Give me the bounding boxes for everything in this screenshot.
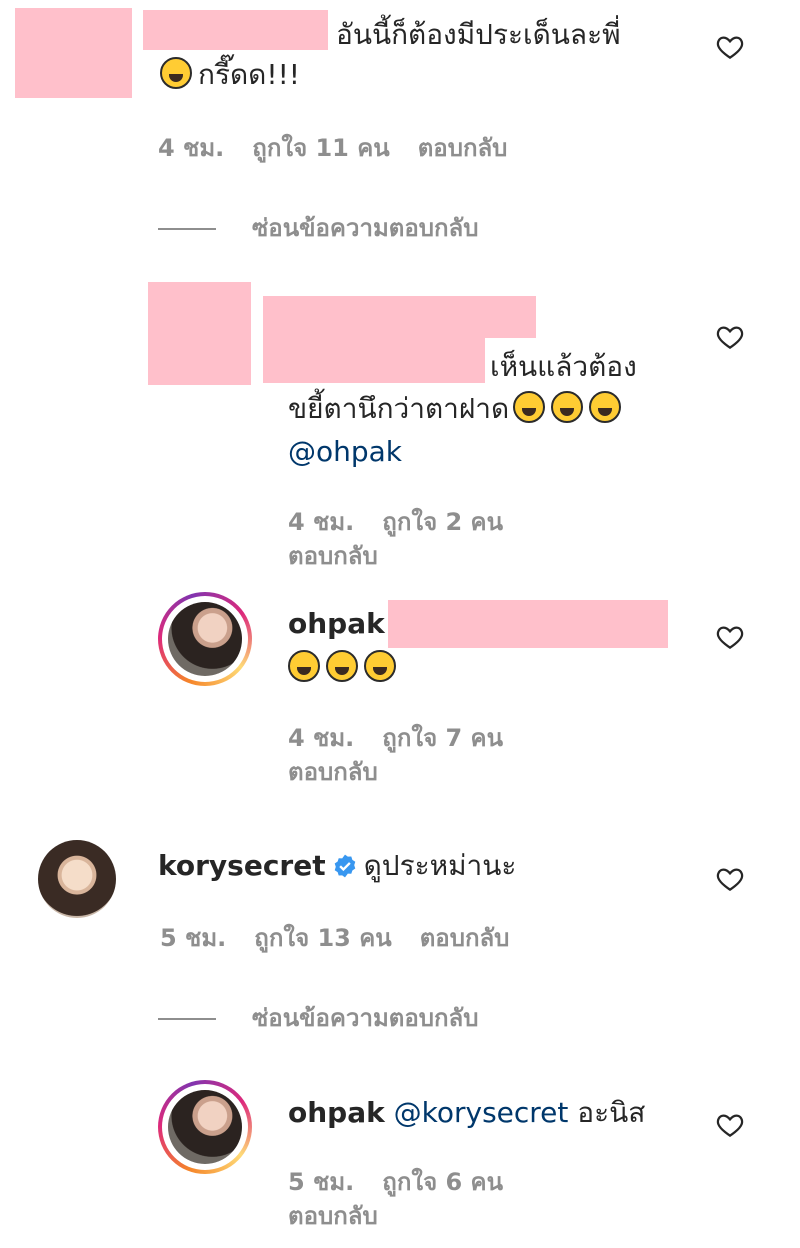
joy-emoji-icon (513, 391, 546, 423)
username[interactable]: korysecret (158, 849, 326, 882)
verified-badge-icon (334, 854, 355, 878)
reply-text-line2-label: ขยี้ตานึกว่าตาฝาด (288, 392, 510, 425)
reply-button[interactable]: ตอบกลับ (288, 540, 378, 572)
redacted-text (388, 600, 668, 648)
reply-text-line2: ขยี้ตานึกว่าตาฝาด (288, 389, 627, 429)
reply-likes[interactable]: ถูกใจ 6 คน (382, 1168, 503, 1196)
comment-time: 4 ชม. (158, 134, 225, 162)
comment-likes[interactable]: ถูกใจ 11 คน (252, 134, 389, 162)
hide-replies-toggle[interactable]: ซ่อนข้อความตอบกลับ (158, 1002, 478, 1034)
like-heart-icon[interactable] (715, 1110, 745, 1140)
joy-emoji-icon (364, 650, 396, 682)
hide-replies-label: ซ่อนข้อความตอบกลับ (252, 1004, 479, 1032)
reply-meta: 4 ชม. ถูกใจ 7 คน (288, 722, 531, 754)
rofl-emoji-icon (160, 57, 192, 89)
rofl-emoji-icon (551, 391, 584, 423)
divider-line (158, 228, 216, 230)
comment-likes[interactable]: ถูกใจ 13 คน (254, 924, 391, 952)
reply-meta: 4 ชม. ถูกใจ 2 คน (288, 506, 531, 538)
avatar[interactable] (158, 1080, 252, 1174)
avatar[interactable] (38, 840, 116, 918)
reply-line: ohpak @korysecret อะนิส (288, 1093, 645, 1133)
reply-button[interactable]: ตอบกลับ (288, 756, 378, 788)
reply-time: 5 ชม. (288, 1168, 355, 1196)
mention-link[interactable]: @ohpak (288, 432, 402, 472)
username[interactable]: ohpak (288, 1096, 385, 1129)
comment-text-line1: อันนี้ก็ต้องมีประเด็นละพี่ (336, 18, 621, 51)
reply-emojis (288, 648, 402, 688)
redacted-username (143, 10, 328, 50)
mention-link[interactable]: @korysecret (394, 1096, 569, 1129)
like-heart-icon[interactable] (715, 864, 745, 894)
reply-likes[interactable]: ถูกใจ 2 คน (382, 508, 503, 536)
reply-button[interactable]: ตอบกลับ (418, 134, 508, 162)
redacted-avatar (15, 8, 132, 98)
hide-replies-label: ซ่อนข้อความตอบกลับ (252, 214, 479, 242)
reply-time: 4 ชม. (288, 724, 355, 752)
hide-replies-toggle[interactable]: ซ่อนข้อความตอบกลับ (158, 212, 478, 244)
comment-text-line2: กรี๊ดด!!! (160, 55, 300, 95)
redacted-avatar (148, 282, 251, 385)
reply-button[interactable]: ตอบกลับ (288, 1200, 378, 1232)
reply-text-line1: เห็นแล้วต้อง (490, 350, 637, 383)
joy-emoji-icon (326, 650, 358, 682)
reply-time: 4 ชม. (288, 508, 355, 536)
reply-text: อะนิส (577, 1096, 646, 1129)
comment-line: korysecret ดูประหม่านะ (158, 846, 516, 886)
comment-text: ดูประหม่านะ (363, 849, 517, 882)
username[interactable]: ohpak (288, 604, 385, 644)
joy-emoji-icon (288, 650, 320, 682)
comment-time: 5 ชม. (160, 924, 227, 952)
like-heart-icon[interactable] (715, 32, 745, 62)
divider-line (158, 1018, 216, 1020)
like-heart-icon[interactable] (715, 322, 745, 352)
comment-meta: 4 ชม. ถูกใจ 11 คน ตอบกลับ (158, 132, 535, 164)
like-heart-icon[interactable] (715, 622, 745, 652)
reply-meta: 5 ชม. ถูกใจ 6 คน (288, 1166, 531, 1198)
reply-likes[interactable]: ถูกใจ 7 คน (382, 724, 503, 752)
reply-button[interactable]: ตอบกลับ (420, 924, 510, 952)
grinning-squint-emoji-icon (589, 391, 622, 423)
avatar[interactable] (158, 592, 252, 686)
comment-meta: 5 ชม. ถูกใจ 13 คน ตอบกลับ (160, 922, 537, 954)
redacted-text (263, 338, 485, 383)
redacted-username (263, 296, 536, 338)
comment-text-line2-label: กรี๊ดด!!! (198, 58, 301, 91)
